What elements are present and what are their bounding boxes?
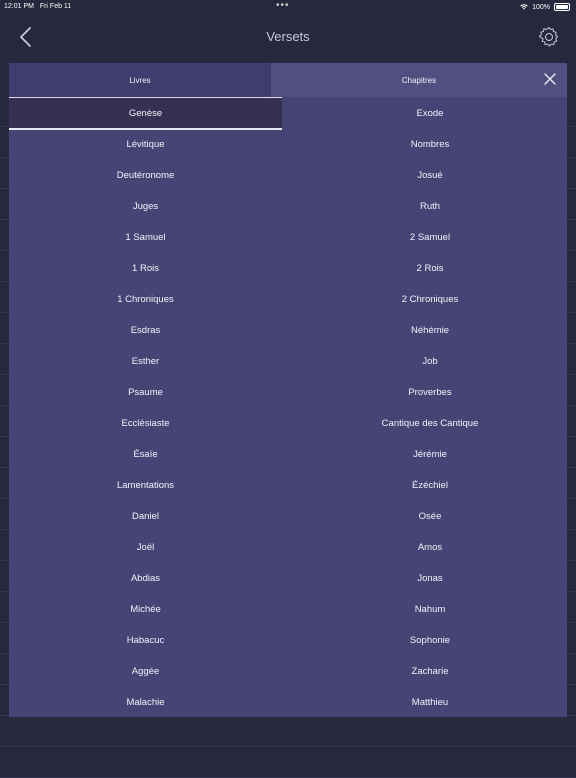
battery-icon	[554, 3, 570, 11]
book-item[interactable]: Psaume	[9, 377, 282, 407]
tab-books-label: Livres	[129, 75, 151, 85]
multitasking-dots-icon[interactable]: •••	[276, 0, 290, 11]
book-item[interactable]: Amos	[293, 532, 567, 562]
book-item[interactable]: 1 Rois	[9, 253, 282, 283]
book-item[interactable]: Lévitique	[9, 129, 282, 159]
book-item[interactable]: 2 Chroniques	[293, 284, 567, 314]
background-row	[0, 747, 576, 778]
book-item[interactable]: Josué	[293, 160, 567, 190]
tab-books[interactable]: Livres	[9, 63, 271, 98]
gear-icon[interactable]	[538, 26, 560, 48]
book-item[interactable]: Michée	[9, 594, 282, 624]
book-item[interactable]: Joël	[9, 532, 282, 562]
book-item[interactable]: Deutéronome	[9, 160, 282, 190]
book-item[interactable]: Proverbes	[293, 377, 567, 407]
book-item[interactable]: Habacuc	[9, 625, 282, 655]
book-item[interactable]: Ruth	[293, 191, 567, 221]
book-item[interactable]: 1 Chroniques	[9, 284, 282, 314]
book-item[interactable]: Sophonie	[293, 625, 567, 655]
book-item[interactable]: Ésaïe	[9, 439, 282, 469]
book-item[interactable]: Jonas	[293, 563, 567, 593]
nav-bar: Versets	[0, 14, 576, 60]
book-item[interactable]: Esther	[9, 346, 282, 376]
status-right: 100%	[520, 3, 570, 11]
book-item[interactable]: Job	[293, 346, 567, 376]
book-item[interactable]: Daniel	[9, 501, 282, 531]
book-item[interactable]: Zacharie	[293, 656, 567, 686]
book-item[interactable]: Esdras	[9, 315, 282, 345]
status-bar: 12:01 PM Fri Feb 11 ••• 100%	[0, 0, 576, 14]
battery-percent: 100%	[532, 3, 550, 11]
book-item[interactable]: Nahum	[293, 594, 567, 624]
book-item[interactable]: 2 Samuel	[293, 222, 567, 252]
book-item[interactable]: Nombres	[293, 129, 567, 159]
book-picker-modal: Livres Chapitres Genèse Exode Lévitique Nom…	[9, 63, 567, 717]
tab-chapters-label: Chapitres	[401, 75, 437, 85]
book-item[interactable]: Abdias	[9, 563, 282, 593]
tab-chapters[interactable]: Chapitres	[271, 63, 567, 97]
book-item[interactable]: Cantique des Cantique	[293, 408, 567, 438]
picker-tabs: Livres Chapitres	[9, 63, 567, 98]
book-item[interactable]: Néhémie	[293, 315, 567, 345]
book-item[interactable]: Matthieu	[293, 687, 567, 717]
book-item[interactable]: Genèse	[9, 98, 282, 130]
book-item[interactable]: Aggée	[9, 656, 282, 686]
book-item[interactable]: Osée	[293, 501, 567, 531]
book-item[interactable]: Jérémie	[293, 439, 567, 469]
book-item[interactable]: Exode	[293, 98, 567, 128]
page-title: Versets	[266, 29, 310, 44]
book-item[interactable]: Ézéchiel	[293, 470, 567, 500]
tab-underline	[9, 97, 282, 98]
book-item[interactable]: Lamentations	[9, 470, 282, 500]
book-item[interactable]: 1 Samuel	[9, 222, 282, 252]
book-item[interactable]: 2 Rois	[293, 253, 567, 283]
book-item[interactable]: Juges	[9, 191, 282, 221]
book-item[interactable]: Ecclésiaste	[9, 408, 282, 438]
close-icon[interactable]	[543, 72, 557, 86]
book-item[interactable]: Malachie	[9, 687, 282, 717]
background-row	[0, 716, 576, 747]
wifi-icon	[520, 4, 528, 10]
status-time: 12:01 PM Fri Feb 11	[4, 3, 72, 10]
